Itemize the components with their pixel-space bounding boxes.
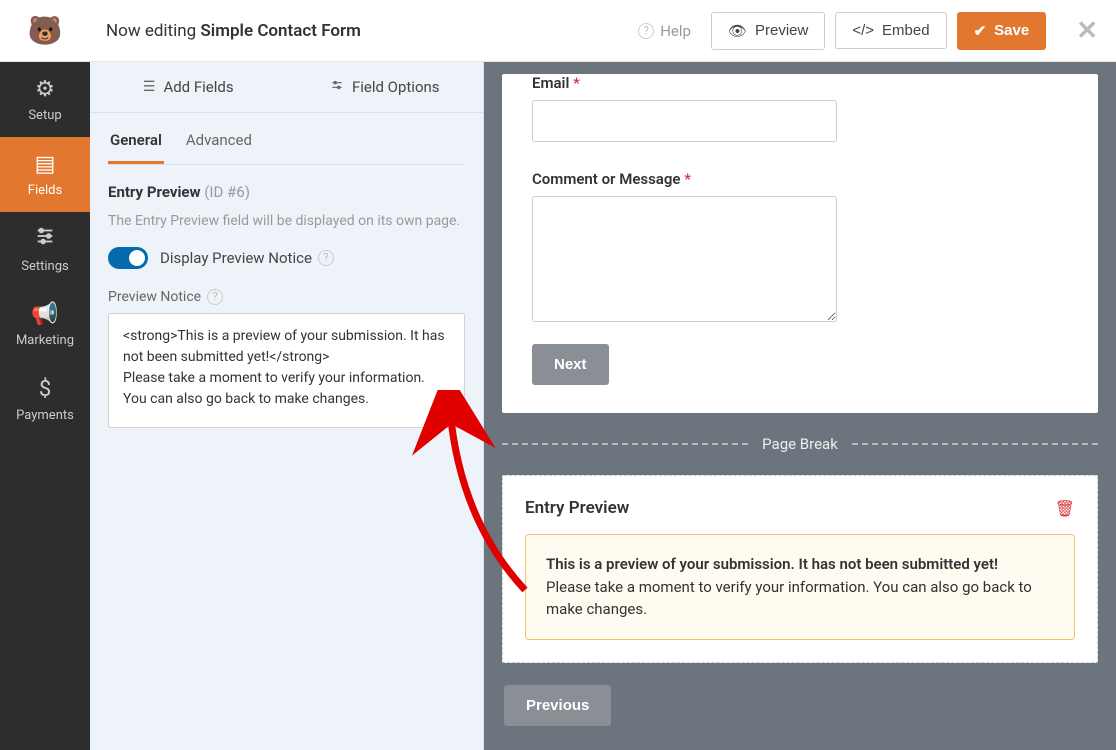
embed-button[interactable]: </> Embed [835,12,946,49]
logo: 🐻 [0,0,90,61]
dollar-icon: $ [39,377,51,402]
notice-bold: This is a preview of your submission. It… [546,555,998,573]
logo-icon: 🐻 [21,7,69,55]
sidebar: ⚙ Setup ▤ Fields Settings 📢 Marketing $ … [0,62,90,750]
help-icon[interactable]: ? [207,289,223,305]
display-preview-toggle[interactable] [108,247,148,269]
field-title: Entry Preview (ID #6) [108,183,465,201]
help-icon[interactable]: ? [318,250,334,266]
trash-icon[interactable]: 🗑 [1055,499,1075,518]
entry-preview-title: Entry Preview [525,498,629,518]
preview-notice-textarea[interactable] [108,313,465,428]
page-title: Now editing Simple Contact Form [90,21,638,41]
eye-icon: 👁 [728,22,747,40]
help-icon: ? [638,23,654,39]
comment-row: Comment or Message * [532,170,1068,326]
header-actions: ? Help 👁 Preview </> Embed ✔ Save ✕ [638,12,1098,50]
left-tabs: ☰ Add Fields Field Options [90,62,483,113]
preview-notice-label: Preview Notice ? [108,289,465,305]
editing-label: Now editing [106,21,196,41]
field-id: (ID #6) [204,183,250,201]
help-link[interactable]: ? Help [638,22,691,40]
required-mark: * [684,170,691,188]
list-icon: ☰ [143,79,156,95]
fields-icon: ▤ [35,152,56,177]
sliders-icon [34,225,56,253]
previous-button[interactable]: Previous [504,685,611,726]
left-panel: ☰ Add Fields Field Options General Advan… [90,62,484,750]
top-header: 🐻 Now editing Simple Contact Form ? Help… [0,0,1116,62]
sidebar-item-setup[interactable]: ⚙ Setup [0,62,90,137]
next-button[interactable]: Next [532,344,609,385]
form-canvas: Email * Comment or Message * Next Page B… [484,62,1116,750]
toggle-row: Display Preview Notice ? [108,247,465,269]
preview-notice-box: This is a preview of your submission. It… [525,534,1075,640]
notice-text: Please take a moment to verify your info… [546,578,1032,619]
save-button[interactable]: ✔ Save [957,12,1047,50]
gear-icon: ⚙ [35,77,55,102]
entry-preview-block[interactable]: Entry Preview 🗑 This is a preview of you… [502,475,1098,663]
options-icon [330,78,344,96]
horn-icon: 📢 [31,302,58,327]
code-icon: </> [852,22,874,39]
help-text: The Entry Preview field will be displaye… [108,213,465,229]
tab-add-fields[interactable]: ☰ Add Fields [90,62,287,112]
page-break-divider: Page Break [502,435,1098,453]
comment-label: Comment or Message * [532,170,1068,188]
subtab-advanced[interactable]: Advanced [184,121,254,164]
preview-button[interactable]: 👁 Preview [711,12,825,50]
comment-input[interactable] [532,196,837,322]
form-name: Simple Contact Form [200,21,360,41]
email-label: Email * [532,74,1068,92]
required-mark: * [573,74,580,92]
entry-preview-header: Entry Preview 🗑 [525,498,1075,518]
email-input[interactable] [532,100,837,142]
subtab-general[interactable]: General [108,121,164,164]
check-icon: ✔ [974,22,987,40]
sidebar-item-settings[interactable]: Settings [0,212,90,287]
form-page-1: Email * Comment or Message * Next [502,74,1098,413]
sidebar-item-payments[interactable]: $ Payments [0,362,90,437]
sidebar-item-marketing[interactable]: 📢 Marketing [0,287,90,362]
close-icon[interactable]: ✕ [1076,16,1098,46]
panel-body: Entry Preview (ID #6) The Entry Preview … [90,165,483,450]
tab-field-options[interactable]: Field Options [287,62,484,112]
sub-tabs: General Advanced [108,121,465,165]
sidebar-item-fields[interactable]: ▤ Fields [0,137,90,212]
email-row: Email * [532,74,1068,142]
toggle-label: Display Preview Notice ? [160,249,334,267]
